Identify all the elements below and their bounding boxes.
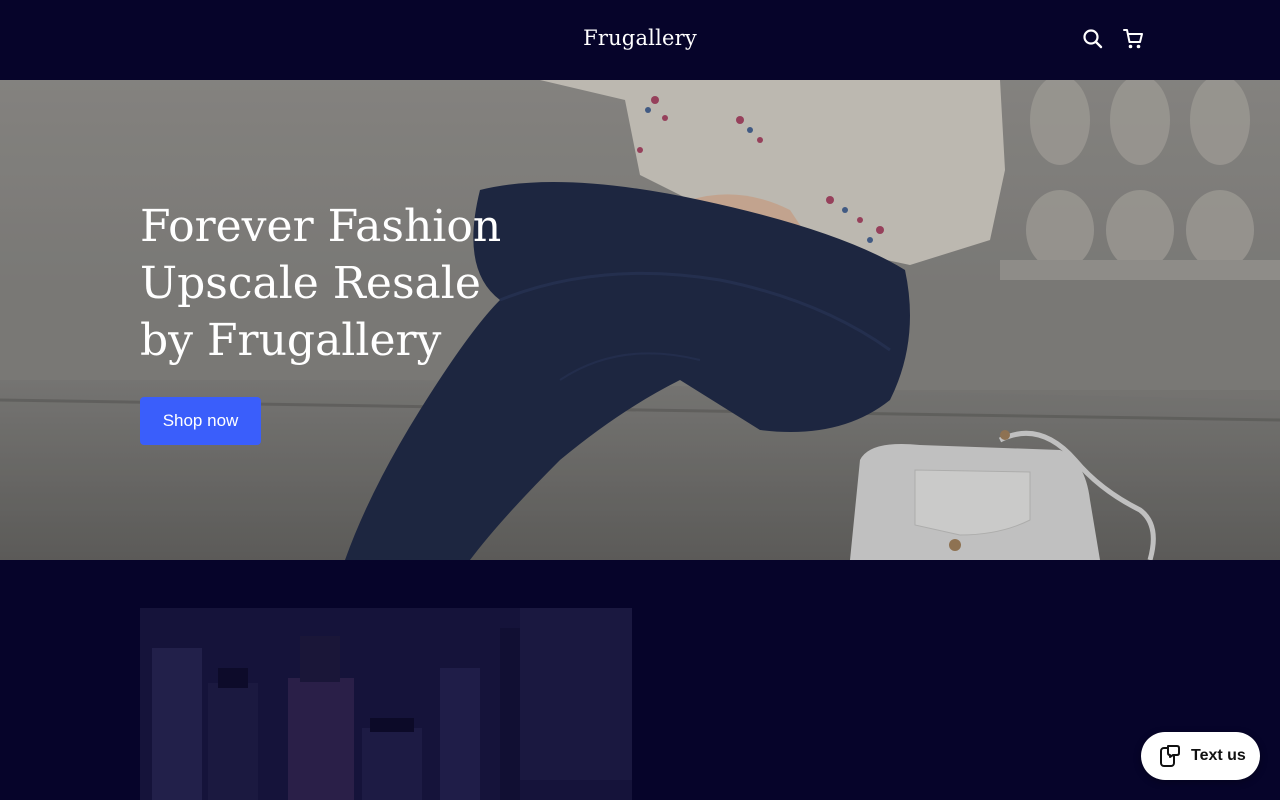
content-section (0, 560, 1280, 800)
hero-title: Forever Fashion Upscale Resale by Frugal… (140, 201, 502, 366)
site-header: Frugallery (0, 0, 1280, 80)
hero-banner: Forever Fashion Upscale Resale by Frugal… (0, 80, 1280, 560)
text-us-chat-button[interactable]: Text us (1141, 732, 1260, 780)
shop-now-button[interactable]: Shop now (140, 397, 261, 445)
featured-image-photo (140, 608, 632, 800)
cart-icon (1123, 29, 1143, 49)
search-button[interactable] (1080, 26, 1106, 52)
cart-button[interactable] (1120, 26, 1146, 52)
message-phone-icon (1160, 745, 1180, 767)
text-us-label: Text us (1191, 747, 1246, 764)
search-icon (1083, 29, 1103, 49)
featured-image[interactable] (140, 608, 632, 800)
